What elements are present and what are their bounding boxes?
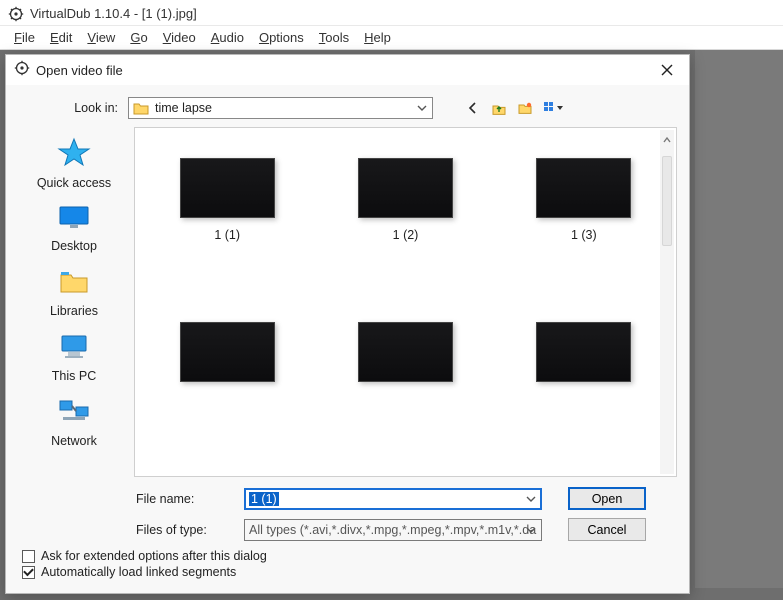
file-item[interactable] <box>143 322 311 392</box>
menu-go[interactable]: Go <box>124 28 153 47</box>
place-label: Libraries <box>50 304 98 318</box>
open-button[interactable]: Open <box>568 487 646 510</box>
lookin-label: Look in: <box>18 101 118 115</box>
place-label: Quick access <box>37 176 111 190</box>
menu-view[interactable]: View <box>81 28 121 47</box>
thumbnail <box>536 158 631 218</box>
chevron-down-icon <box>525 492 537 509</box>
cancel-button[interactable]: Cancel <box>568 518 646 541</box>
place-label: Desktop <box>51 239 97 253</box>
file-name: 1 (2) <box>393 228 419 242</box>
scroll-thumb[interactable] <box>662 156 672 246</box>
checkbox-icon <box>22 550 35 563</box>
menu-audio[interactable]: Audio <box>205 28 250 47</box>
back-icon[interactable] <box>465 100 481 116</box>
place-label: This PC <box>52 369 96 383</box>
folder-icon <box>133 101 149 115</box>
thumbnail <box>358 322 453 382</box>
file-item[interactable]: 1 (1) <box>143 158 311 242</box>
place-libraries[interactable]: Libraries <box>50 267 98 318</box>
filename-input[interactable]: 1 (1) <box>244 488 542 510</box>
desktop-icon <box>57 204 91 235</box>
place-desktop[interactable]: Desktop <box>51 204 97 253</box>
menu-tools[interactable]: Tools <box>313 28 355 47</box>
thumbnail <box>180 322 275 382</box>
place-network[interactable]: Network <box>51 397 97 448</box>
file-name: 1 (1) <box>214 228 240 242</box>
place-this-pc[interactable]: This PC <box>52 332 96 383</box>
file-name: 1 (3) <box>571 228 597 242</box>
gear-icon <box>8 6 24 22</box>
file-item[interactable] <box>500 322 668 392</box>
checkbox-label: Automatically load linked segments <box>41 565 236 579</box>
menu-video[interactable]: Video <box>157 28 202 47</box>
lookin-row: Look in: time lapse <box>18 97 677 119</box>
thumbnail <box>536 322 631 382</box>
dialog-title: Open video file <box>36 63 653 78</box>
toolbar-icons <box>465 100 565 116</box>
chevron-down-icon <box>416 101 428 118</box>
checkbox-icon <box>22 566 35 579</box>
thumbnail <box>358 158 453 218</box>
thumbnail <box>180 158 275 218</box>
places-bar: Quick access Desktop Libraries This PC N… <box>18 127 130 477</box>
filetype-select[interactable]: All types (*.avi,*.divx,*.mpg,*.mpeg,*.m… <box>244 519 542 541</box>
dialog-titlebar: Open video file <box>6 55 689 85</box>
star-icon <box>57 137 91 172</box>
lookin-combo[interactable]: time lapse <box>128 97 433 119</box>
filename-value: 1 (1) <box>249 492 279 506</box>
menu-options[interactable]: Options <box>253 28 310 47</box>
file-item[interactable]: 1 (2) <box>321 158 489 242</box>
menu-help[interactable]: Help <box>358 28 397 47</box>
checkbox-extended-options[interactable]: Ask for extended options after this dial… <box>22 549 677 563</box>
scrollbar[interactable] <box>660 130 674 474</box>
file-item[interactable] <box>321 322 489 392</box>
app-titlebar: VirtualDub 1.10.4 - [1 (1).jpg] <box>0 0 783 26</box>
app-title: VirtualDub 1.10.4 - [1 (1).jpg] <box>30 6 197 21</box>
menubar: File Edit View Go Video Audio Options To… <box>0 26 783 50</box>
scroll-up-icon[interactable] <box>662 132 672 150</box>
menu-edit[interactable]: Edit <box>44 28 78 47</box>
open-file-dialog: Open video file Look in: time lapse <box>5 54 690 594</box>
network-icon <box>57 397 91 430</box>
computer-icon <box>57 332 91 365</box>
file-list[interactable]: 1 (1) 1 (2) 1 (3) <box>134 127 677 477</box>
filetype-value: All types (*.avi,*.divx,*.mpg,*.mpeg,*.m… <box>249 523 536 537</box>
place-quick-access[interactable]: Quick access <box>37 137 111 190</box>
place-label: Network <box>51 434 97 448</box>
view-menu-icon[interactable] <box>543 100 565 116</box>
file-item[interactable]: 1 (3) <box>500 158 668 242</box>
filename-label: File name: <box>136 492 232 506</box>
checkbox-autoload-segments[interactable]: Automatically load linked segments <box>22 565 677 579</box>
new-folder-icon[interactable] <box>517 100 533 116</box>
filetype-label: Files of type: <box>136 523 232 537</box>
up-folder-icon[interactable] <box>491 100 507 116</box>
checkbox-label: Ask for extended options after this dial… <box>41 549 267 563</box>
lookin-value: time lapse <box>155 101 212 115</box>
gear-icon <box>14 60 30 81</box>
libraries-icon <box>57 267 91 300</box>
close-button[interactable] <box>653 59 681 81</box>
menu-file[interactable]: File <box>8 28 41 47</box>
chevron-down-icon <box>525 523 537 540</box>
preview-area <box>695 50 783 588</box>
